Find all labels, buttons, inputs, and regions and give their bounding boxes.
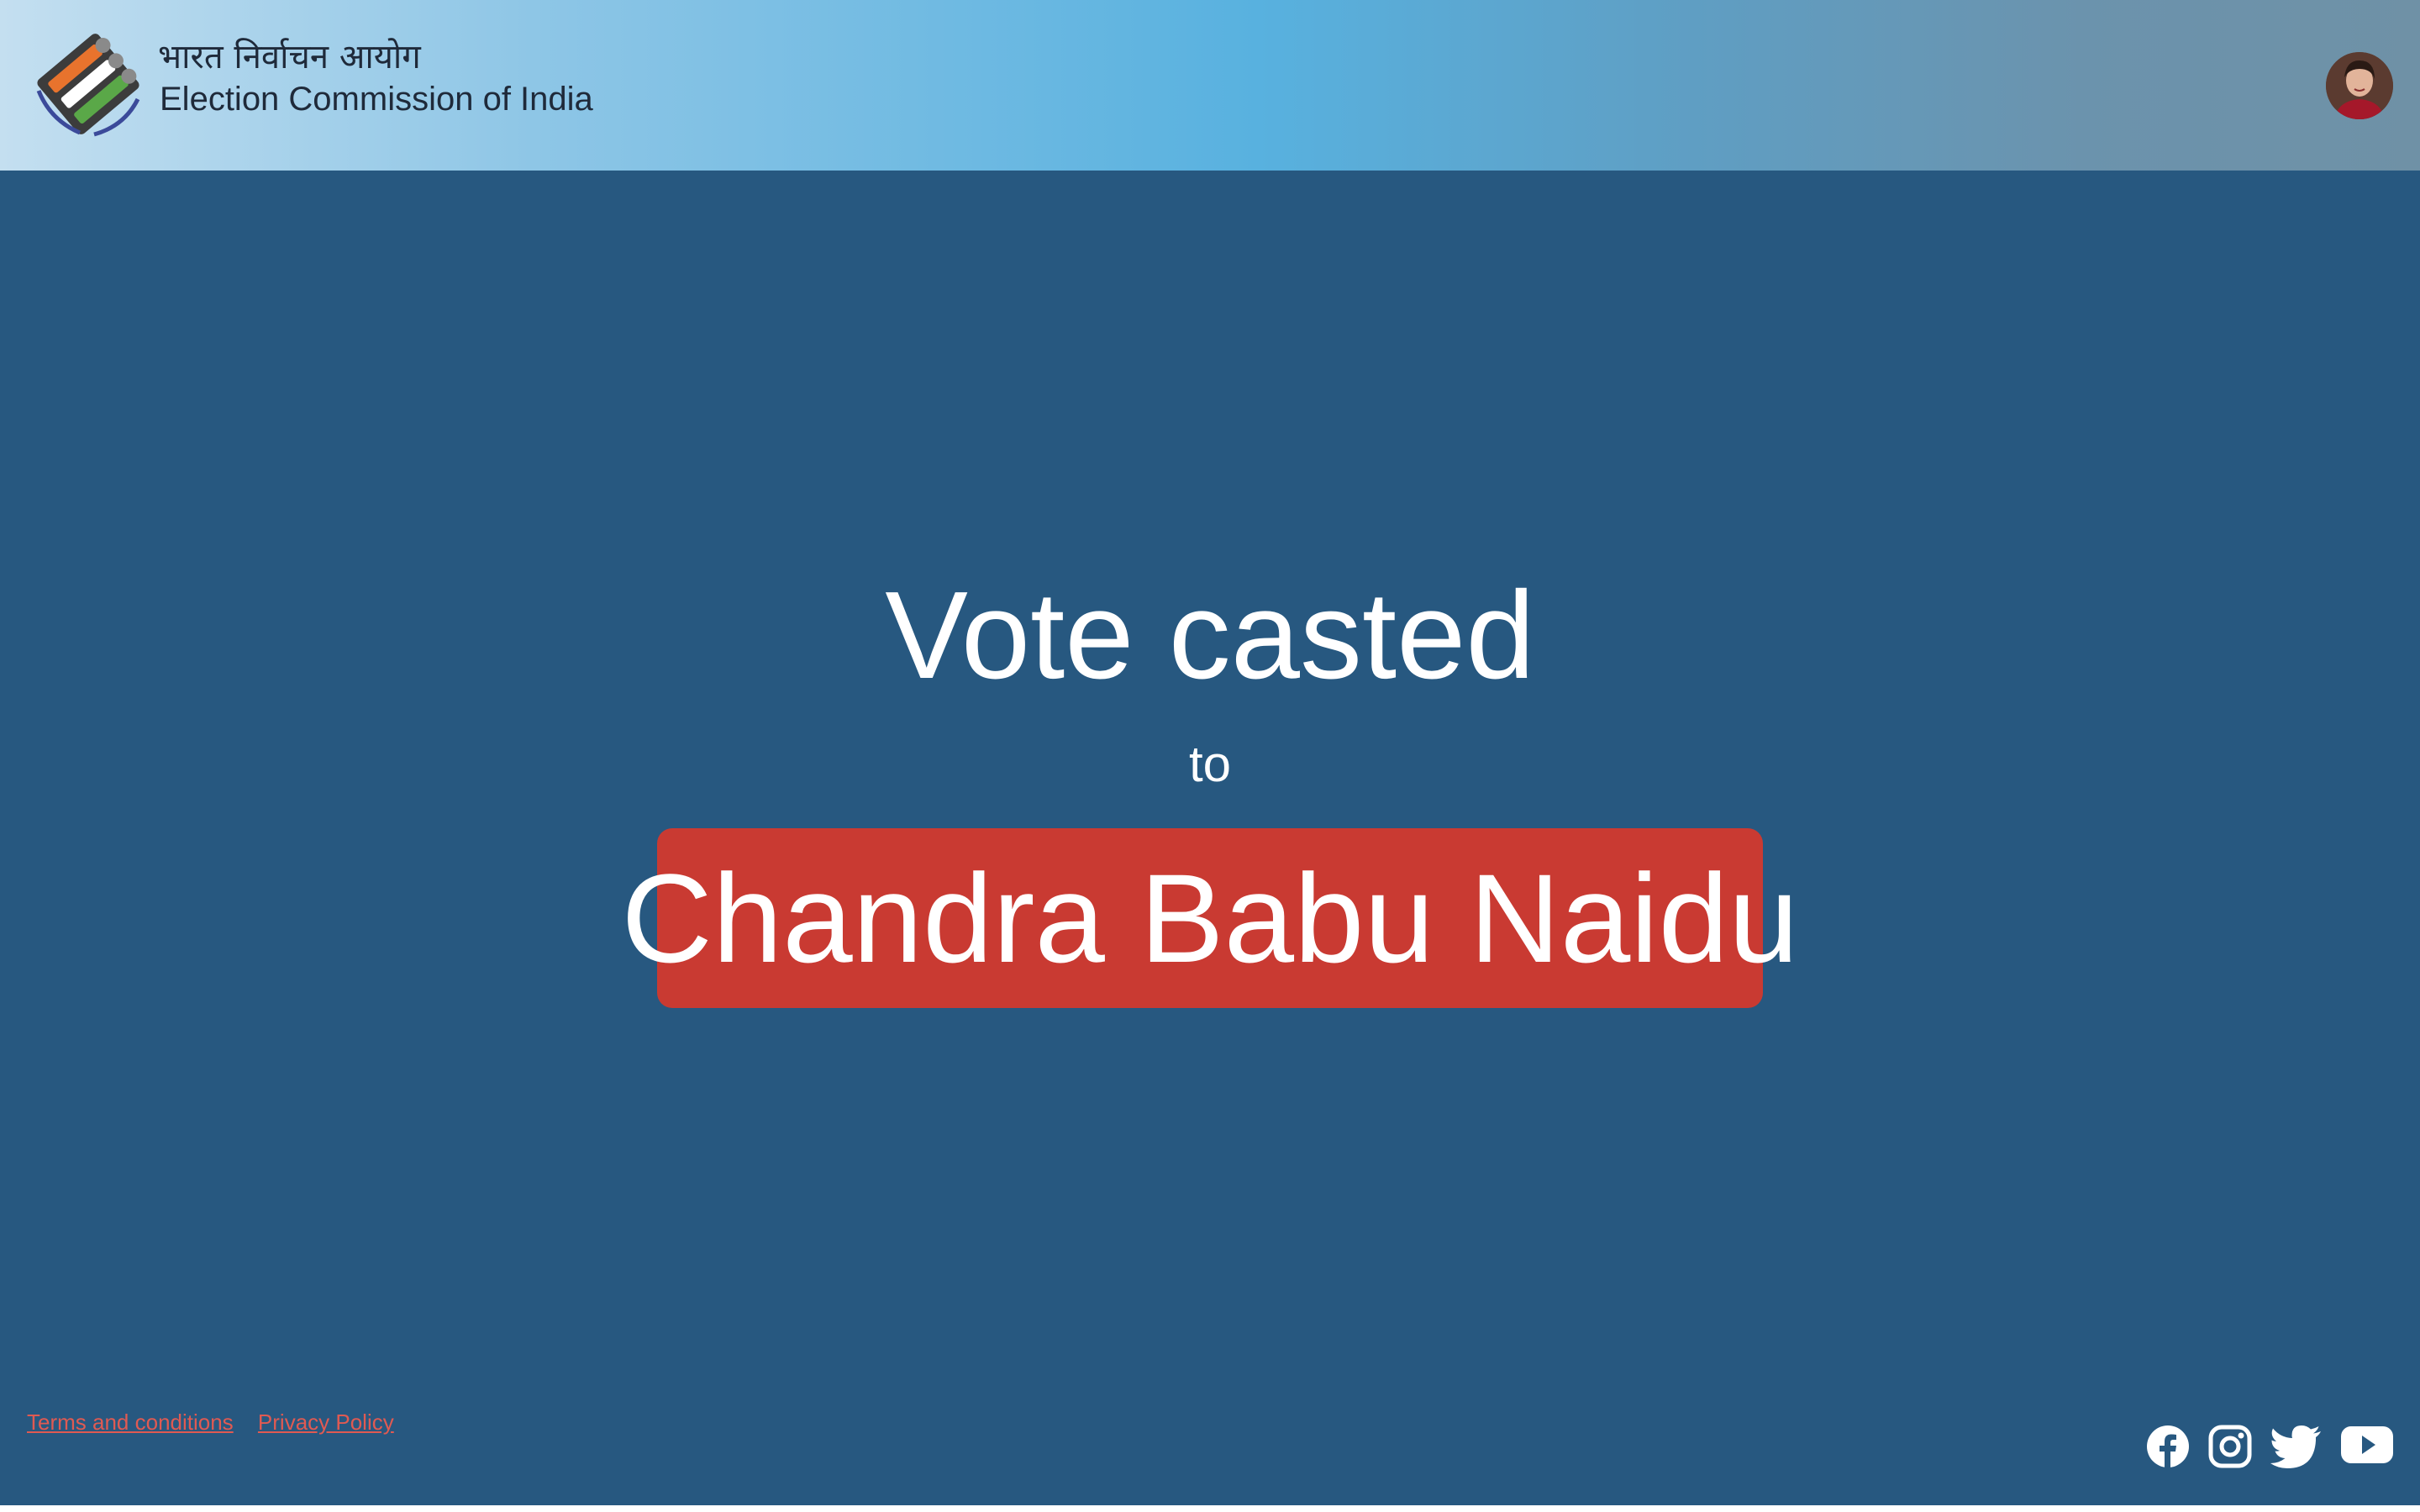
- eci-logo-icon[interactable]: [34, 32, 143, 137]
- vote-confirmation-page: भारत निर्वाचन आयोग Election Commission o…: [0, 0, 2420, 1512]
- footer-links: Terms and conditions Privacy Policy: [27, 1410, 413, 1436]
- vote-status-headline: Vote casted: [885, 566, 1535, 705]
- org-name-hindi: भारत निर्वाचन आयोग: [158, 38, 421, 76]
- bottom-edge: [0, 1505, 2420, 1512]
- privacy-policy-link[interactable]: Privacy Policy: [258, 1410, 394, 1435]
- terms-link[interactable]: Terms and conditions: [27, 1410, 234, 1435]
- instagram-icon[interactable]: [2208, 1425, 2252, 1475]
- header-bar: भारत निर्वाचन आयोग Election Commission o…: [0, 0, 2420, 171]
- candidate-name: Chandra Babu Naidu: [621, 848, 1799, 989]
- candidate-badge: Chandra Babu Naidu: [622, 828, 1799, 1008]
- facebook-icon[interactable]: [2146, 1425, 2190, 1475]
- youtube-icon[interactable]: [2341, 1425, 2393, 1475]
- org-name-english: Election Commission of India: [160, 81, 593, 118]
- twitter-icon[interactable]: [2270, 1425, 2323, 1475]
- user-avatar[interactable]: [2326, 52, 2393, 119]
- connector-text: to: [1188, 736, 1232, 792]
